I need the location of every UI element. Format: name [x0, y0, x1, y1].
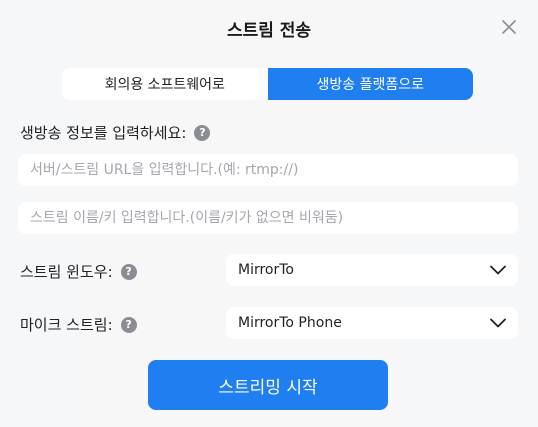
dialog-title: 스트림 전송: [226, 21, 312, 41]
stream-window-value: MirrorTo: [238, 262, 294, 278]
stream-key-input[interactable]: [18, 202, 518, 234]
mic-stream-label: 마이크 스트림: ?: [20, 314, 137, 335]
tab-live-platform[interactable]: 생방송 플랫폼으로: [267, 68, 473, 100]
mic-stream-select[interactable]: MirrorTo Phone: [226, 307, 518, 339]
help-icon[interactable]: ?: [194, 124, 211, 141]
mic-stream-value: MirrorTo Phone: [238, 315, 342, 331]
help-icon[interactable]: ?: [120, 263, 137, 280]
chevron-down-icon: [490, 318, 506, 328]
stream-info-label-text: 생방송 정보를 입력하세요:: [20, 124, 187, 142]
help-icon[interactable]: ?: [120, 316, 137, 333]
stream-window-label-text: 스트림 윈도우:: [20, 263, 113, 281]
server-url-input[interactable]: [18, 154, 518, 186]
chevron-down-icon: [490, 265, 506, 275]
stream-dialog: 스트림 전송 회의용 소프트웨어로 생방송 플랫폼으로 생방송 정보를 입력하세…: [0, 0, 538, 427]
mode-tabs: 회의용 소프트웨어로 생방송 플랫폼으로: [62, 68, 473, 100]
stream-info-label: 생방송 정보를 입력하세요: ?: [20, 122, 211, 143]
close-icon[interactable]: [500, 18, 518, 36]
tab-meeting-software[interactable]: 회의용 소프트웨어로: [62, 68, 268, 100]
mic-stream-label-text: 마이크 스트림:: [20, 316, 113, 334]
start-streaming-button[interactable]: 스트리밍 시작: [148, 360, 388, 410]
stream-window-select[interactable]: MirrorTo: [226, 254, 518, 286]
stream-window-label: 스트림 윈도우: ?: [20, 261, 137, 282]
